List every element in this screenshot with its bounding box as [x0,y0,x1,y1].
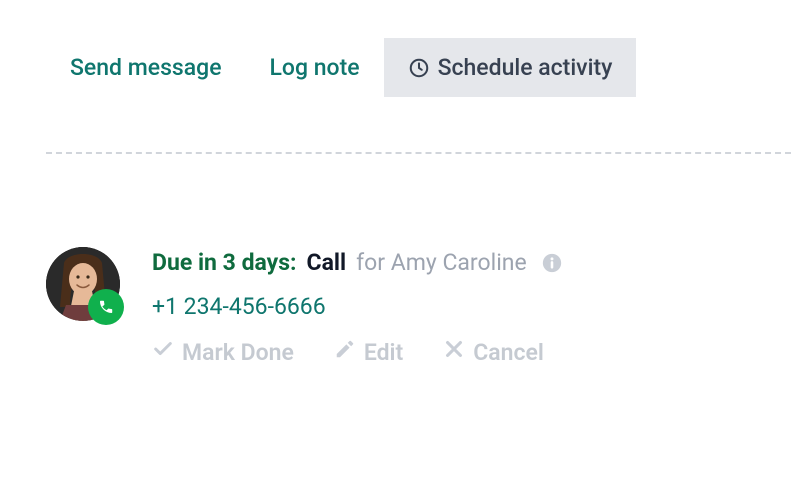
mark-done-button[interactable]: Mark Done [152,338,294,366]
message-tabs: Send message Log note Schedule activity [0,0,791,97]
info-icon[interactable] [541,252,563,274]
activity-body: Due in 3 days: Call for Amy Caroline +1 … [152,247,745,366]
clock-icon [408,57,430,79]
activity-type: Call [307,247,347,279]
tab-send-message[interactable]: Send message [46,38,246,97]
cancel-label: Cancel [473,339,544,366]
pencil-icon [334,338,356,366]
tab-schedule-activity[interactable]: Schedule activity [384,38,637,97]
tab-label: Schedule activity [438,54,613,81]
close-icon [443,338,465,366]
check-icon [152,338,174,366]
activity-summary: Due in 3 days: Call for Amy Caroline [152,247,745,279]
mark-done-label: Mark Done [182,339,294,366]
edit-label: Edit [364,339,403,366]
tab-label: Log note [270,54,360,81]
divider [46,152,791,154]
due-text: Due in 3 days: [152,247,297,279]
for-text: for Amy Caroline [356,247,527,279]
tab-log-note[interactable]: Log note [246,38,384,97]
activity-item: Due in 3 days: Call for Amy Caroline +1 … [0,162,791,366]
phone-icon [88,289,124,325]
cancel-button[interactable]: Cancel [443,338,544,366]
avatar-wrap [46,247,120,321]
edit-button[interactable]: Edit [334,338,403,366]
phone-number[interactable]: +1 234-456-6666 [152,293,745,320]
tab-label: Send message [70,54,222,81]
activity-actions: Mark Done Edit Cancel [152,338,745,366]
